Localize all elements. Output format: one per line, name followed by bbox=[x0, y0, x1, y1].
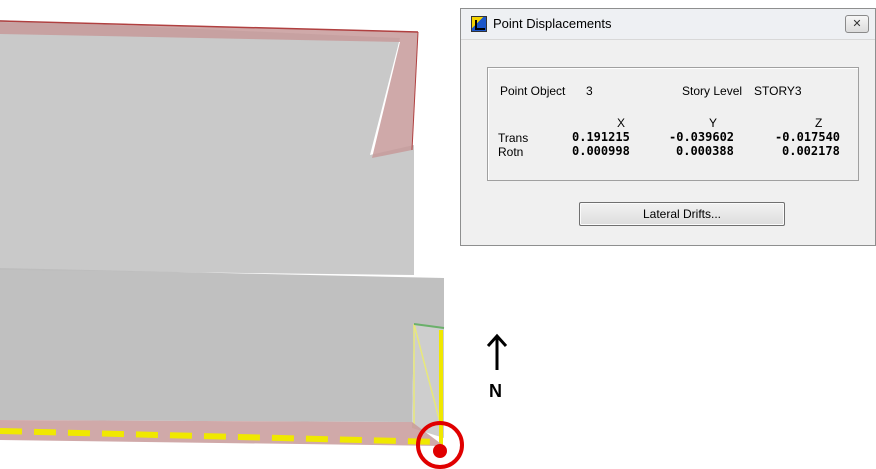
displacement-group: Point Object 3 Story Level STORY3 X Y Z … bbox=[487, 67, 859, 181]
story-level-value: STORY3 bbox=[754, 84, 802, 98]
row-label-trans: Trans bbox=[498, 131, 529, 145]
col-header-z: Z bbox=[815, 116, 823, 130]
upper-wall-face bbox=[0, 20, 414, 275]
col-header-y: Y bbox=[709, 116, 718, 130]
dialog-title: Point Displacements bbox=[493, 16, 612, 31]
selected-point-dot[interactable] bbox=[433, 444, 447, 458]
rotn-y-value: 0.000388 bbox=[676, 144, 734, 158]
close-icon[interactable]: ✕ bbox=[845, 15, 869, 33]
trans-x-value: 0.191215 bbox=[572, 130, 630, 144]
up-arrow-icon bbox=[486, 333, 508, 370]
lateral-drifts-button[interactable]: Lateral Drifts... bbox=[579, 202, 785, 226]
point-object-value: 3 bbox=[586, 84, 593, 98]
dialog-titlebar[interactable]: Point Displacements ✕ bbox=[461, 9, 875, 40]
story-level-label: Story Level bbox=[682, 84, 743, 98]
point-object-label: Point Object bbox=[500, 84, 566, 98]
trans-z-value: -0.017540 bbox=[775, 130, 841, 144]
app-icon bbox=[471, 16, 487, 32]
north-label: N bbox=[489, 381, 502, 401]
point-displacements-dialog: Point Displacements ✕ Point Object 3 Sto… bbox=[460, 8, 876, 246]
rotn-x-value: 0.000998 bbox=[572, 144, 630, 158]
lower-wall-face bbox=[0, 268, 444, 422]
rotn-z-value: 0.002178 bbox=[782, 144, 840, 158]
row-label-rotn: Rotn bbox=[498, 145, 524, 159]
col-header-x: X bbox=[617, 116, 626, 130]
trans-y-value: -0.039602 bbox=[669, 130, 735, 144]
